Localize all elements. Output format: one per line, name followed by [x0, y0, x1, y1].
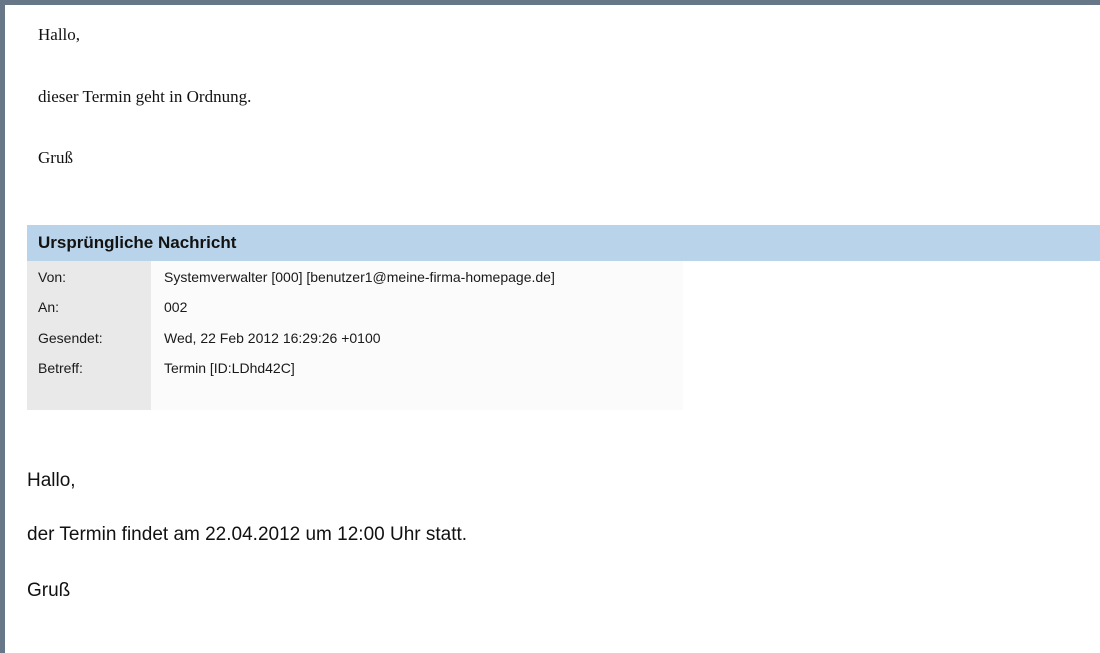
reply-greeting: Hallo,: [38, 25, 81, 44]
sent-value: Wed, 22 Feb 2012 16:29:26 +0100: [164, 330, 381, 346]
to-label: An:: [38, 299, 60, 315]
original-message-text: der Termin findet am 22.04.2012 um 12:00…: [27, 524, 468, 545]
original-message-header-block: Ursprüngliche Nachricht Von: Systemverwa…: [27, 225, 1100, 410]
subject-value: Termin [ID:LDhd42C]: [164, 360, 295, 376]
from-label: Von:: [38, 269, 67, 285]
sent-label: Gesendet:: [38, 330, 103, 346]
from-value: Systemverwalter [000] [benutzer1@meine-f…: [164, 269, 555, 285]
reply-closing: Gruß: [38, 148, 73, 167]
original-message-title: Ursprüngliche Nachricht: [27, 225, 1100, 261]
to-value: 002: [164, 299, 188, 315]
original-greeting: Hallo,: [27, 470, 76, 491]
subject-label: Betreff:: [38, 360, 83, 376]
reply-message: dieser Termin geht in Ordnung.: [38, 87, 252, 106]
original-closing: Gruß: [27, 580, 71, 601]
email-view: Hallo, dieser Termin geht in Ordnung. Gr…: [0, 0, 1100, 653]
